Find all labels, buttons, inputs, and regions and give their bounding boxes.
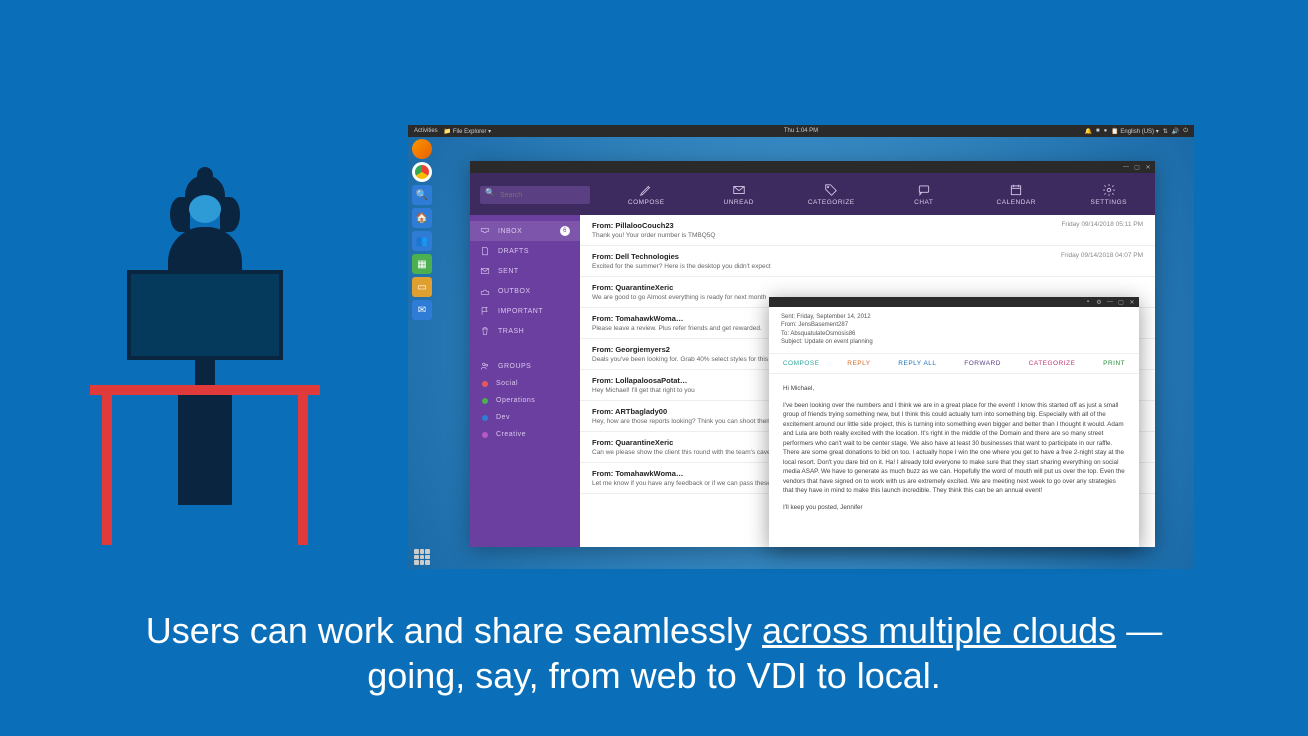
reader-compose-button[interactable]: COMPOSE (783, 360, 820, 367)
search-icon: 🔍 (485, 188, 495, 197)
mail-preview: Excited for the summer? Here is the desk… (592, 263, 1143, 270)
mail-reader-window: ▪ ⚙ — ▢ ✕ Sent: Friday, September 14, 20… (769, 297, 1139, 547)
people-icon (480, 361, 490, 371)
mail-sidebar: INBOX 6 DRAFTS SENT OUTBOX IMPORTA (470, 215, 580, 547)
chat-button[interactable]: CHAT (878, 183, 971, 206)
reader-actions: COMPOSE REPLY REPLY ALL FORWARD CATEGORI… (769, 354, 1139, 374)
close-icon[interactable]: ✕ (1144, 163, 1152, 171)
dock-home-icon[interactable]: 🏠 (412, 208, 432, 228)
mail-toolbar: 🔍 COMPOSE UNREAD CATEGORIZE C (470, 173, 1155, 215)
search-field-wrapper: 🔍 (480, 184, 590, 205)
power-icon[interactable]: ⏻ (1183, 128, 1188, 135)
sidebar-group-social[interactable]: Social (470, 375, 580, 392)
categorize-button[interactable]: CATEGORIZE (785, 183, 878, 206)
dock: 🔍 🏠 👥 ▦ ▭ ✉ (412, 139, 432, 320)
unread-button[interactable]: UNREAD (693, 183, 786, 206)
indicator-icon[interactable]: ■ (1096, 128, 1100, 134)
mail-item[interactable]: From: Dell Technologies Excited for the … (580, 246, 1155, 277)
sidebar-group-creative[interactable]: Creative (470, 426, 580, 443)
reader-signoff: I'll keep you posted, Jennifer (783, 503, 1125, 512)
language-indicator[interactable]: 📋 English (US) ▾ (1111, 128, 1159, 135)
trash-icon (480, 326, 490, 336)
sidebar-groups-header[interactable]: GROUPS (470, 353, 580, 375)
settings-icon[interactable]: ⚙ (1095, 298, 1103, 306)
meta-subject: Subject: Update on event planning (781, 338, 1127, 346)
apps-grid-icon[interactable] (414, 549, 430, 565)
envelope-icon (732, 183, 746, 197)
reader-replyall-button[interactable]: REPLY ALL (898, 360, 936, 367)
search-input[interactable] (480, 186, 590, 204)
reader-meta: Sent: Friday, September 14, 2012 From: J… (769, 307, 1139, 354)
envelope-icon (480, 266, 490, 276)
dock-firefox-icon[interactable] (412, 139, 432, 159)
activities-button[interactable]: Activities (414, 128, 438, 134)
mail-item[interactable]: From: PillalooCouch23 Thank you! Your or… (580, 215, 1155, 246)
clock[interactable]: Thu 1:04 PM (784, 128, 818, 134)
reader-reply-button[interactable]: REPLY (847, 360, 870, 367)
dock-chrome-icon[interactable] (412, 162, 432, 182)
sidebar-group-dev[interactable]: Dev (470, 409, 580, 426)
sidebar-trash[interactable]: TRASH (470, 321, 580, 341)
app-menu[interactable]: 📁 File Explorer ▾ (444, 128, 492, 135)
reader-titlebar: ▪ ⚙ — ▢ ✕ (769, 297, 1139, 307)
mail-from: From: PillalooCouch23 (592, 221, 1143, 230)
compose-button[interactable]: COMPOSE (600, 183, 693, 206)
inbox-count-badge: 6 (560, 226, 570, 236)
mail-date: Friday 09/14/2018 05:11 PM (1061, 221, 1143, 228)
calendar-button[interactable]: CALENDAR (970, 183, 1063, 206)
close-icon[interactable]: ✕ (1128, 298, 1136, 306)
maximize-icon[interactable]: ▢ (1117, 298, 1125, 306)
pencil-icon (639, 183, 653, 197)
minimize-icon[interactable]: — (1106, 298, 1114, 306)
sidebar-inbox[interactable]: INBOX 6 (470, 221, 580, 241)
reader-print-button[interactable]: PRINT (1103, 360, 1125, 367)
dot-icon (482, 381, 488, 387)
dock-mail-icon[interactable]: ✉ (412, 300, 432, 320)
desktop-screenshot: Activities 📁 File Explorer ▾ Thu 1:04 PM… (408, 125, 1194, 569)
reader-categorize-button[interactable]: CATEGORIZE (1029, 360, 1076, 367)
dock-search-icon[interactable]: 🔍 (412, 185, 432, 205)
gnome-topbar: Activities 📁 File Explorer ▾ Thu 1:04 PM… (408, 125, 1194, 137)
sidebar-outbox[interactable]: OUTBOX (470, 281, 580, 301)
file-icon (480, 246, 490, 256)
tag-icon (824, 183, 838, 197)
notification-icon[interactable]: 🔔 (1084, 128, 1091, 135)
sidebar-drafts[interactable]: DRAFTS (470, 241, 580, 261)
dock-notes-icon[interactable]: ▭ (412, 277, 432, 297)
sidebar-sent[interactable]: SENT (470, 261, 580, 281)
dock-sheets-icon[interactable]: ▦ (412, 254, 432, 274)
flag-icon (480, 306, 490, 316)
minimize-icon[interactable]: — (1122, 163, 1130, 171)
dot-icon (482, 415, 488, 421)
reader-body: Hi Michael, I've been looking over the n… (769, 374, 1139, 531)
maximize-icon[interactable]: ▢ (1133, 163, 1141, 171)
inbox-icon (480, 226, 490, 236)
dot-icon (482, 398, 488, 404)
reader-body-text: I've been looking over the numbers and I… (783, 401, 1125, 495)
outbox-icon (480, 286, 490, 296)
person-illustration (90, 175, 320, 555)
reader-forward-button[interactable]: FORWARD (964, 360, 1001, 367)
volume-icon[interactable]: 🔊 (1172, 128, 1179, 135)
calendar-icon (1009, 183, 1023, 197)
mail-date: Friday 09/14/2018 04:07 PM (1061, 252, 1143, 259)
sidebar-group-operations[interactable]: Operations (470, 392, 580, 409)
pin-icon[interactable]: ▪ (1084, 298, 1092, 306)
sidebar-important[interactable]: IMPORTANT (470, 301, 580, 321)
dot-icon (482, 432, 488, 438)
window-titlebar: — ▢ ✕ (470, 161, 1155, 173)
mail-preview: Thank you! Your order number is TMBQ5Q (592, 232, 1143, 239)
dock-files-icon[interactable]: 👥 (412, 231, 432, 251)
meta-from: From: JensBasement287 (781, 321, 1127, 329)
chat-icon (917, 183, 931, 197)
meta-sent: Sent: Friday, September 14, 2012 (781, 313, 1127, 321)
network-icon[interactable]: ⇅ (1163, 128, 1168, 135)
settings-button[interactable]: SETTINGS (1063, 183, 1156, 206)
slide-caption: Users can work and share seamlessly acro… (0, 608, 1308, 698)
indicator-icon[interactable]: ● (1104, 128, 1108, 134)
mail-from: From: QuarantineXeric (592, 283, 1143, 292)
gear-icon (1102, 183, 1116, 197)
meta-to: To: AbsquatulateOsmosis86 (781, 330, 1127, 338)
reader-greeting: Hi Michael, (783, 384, 1125, 393)
